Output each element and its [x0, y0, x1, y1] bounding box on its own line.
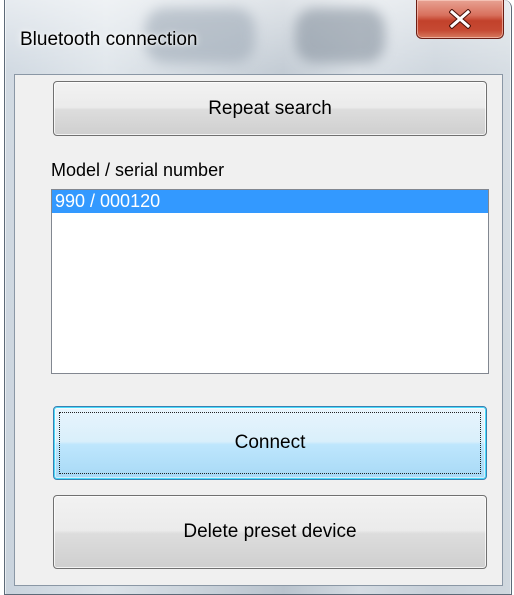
dialog-content: Repeat search Model / serial number 990 …: [14, 74, 503, 586]
connect-label: Connect: [234, 432, 306, 453]
delete-preset-device-label: Delete preset device: [183, 521, 357, 542]
repeat-search-button[interactable]: Repeat search: [53, 81, 487, 136]
device-listbox[interactable]: 990 / 000120: [51, 189, 489, 374]
connect-button[interactable]: Connect: [53, 406, 487, 480]
close-button[interactable]: [416, 0, 504, 39]
delete-preset-device-button[interactable]: Delete preset device: [53, 495, 487, 569]
device-list-label: Model / serial number: [51, 160, 225, 180]
repeat-search-label: Repeat search: [208, 97, 332, 119]
close-icon: [449, 9, 471, 29]
dialog-window: Bluetooth connection Repeat search Model…: [4, 0, 512, 595]
window-title: Bluetooth connection: [20, 29, 198, 50]
device-list-item[interactable]: 990 / 000120: [52, 190, 488, 213]
title-bar[interactable]: Bluetooth connection: [5, 0, 511, 74]
